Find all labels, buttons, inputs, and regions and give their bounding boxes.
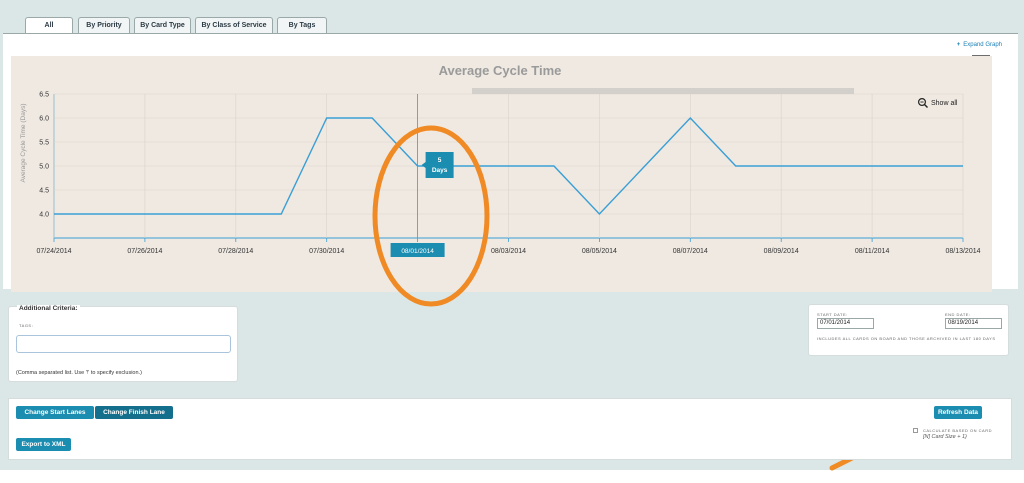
y-axis-label: Average Cycle Time (Days) xyxy=(20,104,27,183)
y-axis-ticks: 4.0 4.5 5.0 5.5 6.0 6.5 xyxy=(39,92,49,219)
tags-input[interactable] xyxy=(16,335,231,353)
chart-grid xyxy=(53,93,964,242)
export-xml-button[interactable]: Export to XML xyxy=(16,438,71,451)
y-tick-label: 6.0 xyxy=(39,116,49,123)
criteria-title: Additional Criteria: xyxy=(17,305,80,312)
calculate-sublabel: [N] Card Size + 1) xyxy=(923,434,967,440)
x-tick-label: 07/30/2014 xyxy=(309,248,344,255)
calculate-checkbox[interactable] xyxy=(913,428,918,433)
actions-bar: Change Start Lanes Change Finish Lane Ex… xyxy=(8,398,1012,460)
x-tick-label: 07/28/2014 xyxy=(218,248,253,255)
y-tick-label: 4.0 xyxy=(39,212,49,219)
x-hover-text: 08/01/2014 xyxy=(401,248,434,255)
change-finish-lane-button[interactable]: Change Finish Lane xyxy=(95,406,173,419)
y-tick-label: 4.5 xyxy=(39,188,49,195)
scroll-bar[interactable] xyxy=(472,88,854,94)
y-tick-label: 5.5 xyxy=(39,140,49,147)
x-axis-ticks: 07/24/2014 07/26/2014 07/28/2014 07/30/2014… xyxy=(36,248,980,255)
refresh-data-button[interactable]: Refresh Data xyxy=(934,406,982,419)
tooltip-value: 5 xyxy=(438,157,442,164)
date-range-card: START DATE: 07/01/2014 END DATE: 08/19/2… xyxy=(808,304,1009,356)
x-tick-label: 08/07/2014 xyxy=(673,248,708,255)
tooltip-box xyxy=(421,152,454,178)
end-date-input[interactable]: 08/19/2014 xyxy=(945,318,1002,329)
x-tick-label: 08/03/2014 xyxy=(491,248,526,255)
tags-hint: (Comma separated list. Use '!' to specif… xyxy=(16,370,142,376)
x-tick-label: 08/13/2014 xyxy=(945,248,980,255)
x-tick-label: 08/09/2014 xyxy=(764,248,799,255)
tags-label: TAGS: xyxy=(19,323,34,328)
x-tick-label: 08/11/2014 xyxy=(855,248,890,255)
show-all-button[interactable]: Show all xyxy=(917,97,958,108)
start-date-input[interactable]: 07/01/2014 xyxy=(817,318,874,329)
calculate-label: CALCULATE BASED ON CARD xyxy=(923,428,992,433)
x-hover-label: 08/01/2014 xyxy=(390,243,445,257)
change-start-lanes-button[interactable]: Change Start Lanes xyxy=(16,406,94,419)
y-tick-label: 6.5 xyxy=(39,92,49,99)
tooltip: 5 Days xyxy=(421,152,454,178)
x-tick-label: 07/26/2014 xyxy=(127,248,162,255)
show-all-label: Show all xyxy=(931,100,958,107)
x-tick-label: 07/24/2014 xyxy=(36,248,71,255)
y-tick-label: 5.0 xyxy=(39,164,49,171)
x-tick-label: 08/05/2014 xyxy=(582,248,617,255)
start-date-label: START DATE: xyxy=(817,312,848,317)
additional-criteria-card: Additional Criteria: TAGS: (Comma separa… xyxy=(8,305,238,382)
tooltip-unit: Days xyxy=(432,167,448,174)
date-note: INCLUDES ALL CARDS ON BOARD AND THOSE AR… xyxy=(817,336,996,341)
end-date-label: END DATE: xyxy=(945,312,971,317)
chart-title: Average Cycle Time xyxy=(439,63,562,78)
zoom-handle-icon xyxy=(924,104,928,108)
